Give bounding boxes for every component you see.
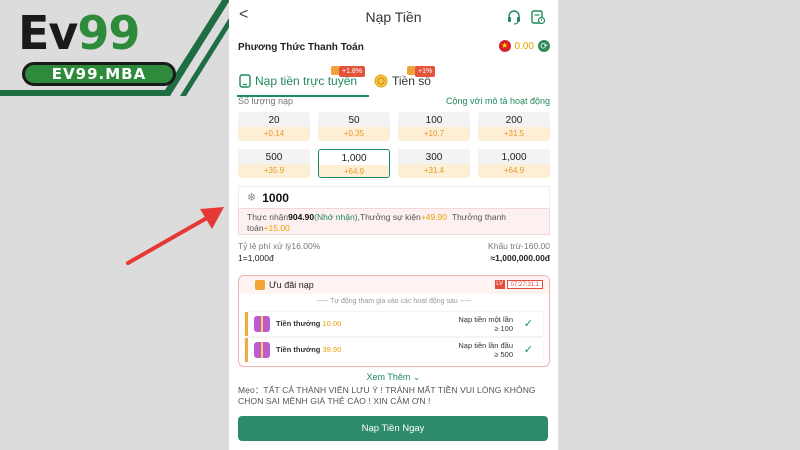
event-bonus-amount: +49.90 (420, 212, 448, 222)
offer-label-text: Tiền thưởng (276, 345, 321, 354)
amount-bonus: +10.7 (398, 127, 470, 141)
logo-main: Ev99 (18, 6, 140, 60)
brand-logo: Ev99 EV99.MBA (18, 6, 178, 86)
payment-method-row: Phương Thức Thanh Toán ★ 0.00 ⟳ (238, 40, 550, 58)
deposit-panel: < Nạp Tiền Phương Thức Thanh Toán ★ 0.00… (229, 0, 558, 450)
amount-bonus: +64.9 (319, 165, 389, 177)
tip-note: Mẹo：TẤT CẢ THÀNH VIÊN LƯU Ý ! TRÁNH MẤT … (238, 385, 536, 406)
amount-option[interactable]: 50 +0.35 (318, 112, 390, 141)
phone-icon (239, 74, 251, 88)
received-summary: Thực nhận904.90(Nhớ nhận),Thưởng sự kiện… (238, 208, 550, 235)
payment-bonus-amount: +15.00 (263, 223, 290, 233)
top-bar: < Nạp Tiền (229, 0, 558, 34)
logo-main-suffix: 99 (77, 6, 140, 60)
offer-amount: 39.90 (322, 345, 342, 354)
vietnam-flag-icon: ★ (498, 40, 511, 52)
amount-value: 500 (265, 152, 283, 163)
amount-bonus: +35.9 (238, 164, 310, 178)
event-bonus-label: ,Thưởng sự kiện (357, 212, 421, 222)
logo-sub: EV99.MBA (22, 62, 176, 86)
deduction-label: Khấu trừ (488, 241, 522, 251)
offer-condition-text: Nạp tiền lần đầu (458, 341, 513, 350)
offer-row[interactable]: Tiền thưởng 39.90 Nạp tiền lần đầu ≥ 500 … (245, 338, 543, 362)
amount-value: 100 (425, 115, 443, 126)
snowflake-icon: ❄ (247, 192, 257, 204)
amount-option[interactable]: 300 +31.4 (398, 149, 470, 178)
amount-header: Số lượng nạp Cộng với mô tả hoạt động (238, 96, 550, 108)
logo-main-prefix: Ev (18, 6, 78, 60)
offer-row[interactable]: Tiền thưởng 10.00 Nạp tiền một lần ≥ 100 … (245, 312, 543, 336)
offer-label-text: Tiền thưởng (276, 319, 321, 328)
received-amount: 904.90 (288, 212, 315, 222)
coin-icon (374, 74, 388, 88)
deduction: Khấu trừ-160.00 (488, 241, 550, 251)
offer-condition: Nạp tiền lần đầu ≥ 500 (458, 341, 513, 359)
gift-icon (255, 280, 265, 290)
amount-value: 50 (348, 115, 360, 126)
payment-method-label: Phương Thức Thanh Toán (238, 42, 364, 53)
amount-input-value: 1000 (262, 190, 289, 205)
offer-label: Tiền thưởng 10.00 (276, 319, 341, 328)
offers-title-text: Ưu đãi nạp (269, 280, 314, 290)
history-icon[interactable] (530, 9, 546, 25)
total-amount: ≈1,000,000.00đ (490, 253, 551, 263)
amount-bonus: +31.5 (478, 127, 550, 141)
offers-note: ----- Tự động tham gia vào các hoạt động… (316, 298, 472, 305)
offer-condition-threshold: ≥ 500 (494, 350, 513, 359)
fee-rate: Tỷ lệ phí xử lý16.00% (238, 241, 321, 251)
amount-bonus: +31.4 (398, 164, 470, 178)
see-more-label: Xem Thêm (366, 372, 411, 382)
amount-value: 200 (505, 115, 523, 126)
timer-level-badge: LV (494, 280, 505, 289)
amount-option-selected[interactable]: 1,000 +64.9 (318, 149, 390, 178)
gift-box-icon (254, 342, 270, 358)
headset-icon[interactable] (506, 9, 522, 25)
amount-value: 1,000 (501, 152, 527, 163)
check-icon: ✓ (523, 318, 533, 330)
amount-option[interactable]: 200 +31.5 (478, 112, 550, 141)
tab-coin-badge: +1% (415, 66, 436, 77)
offer-label: Tiền thưởng 39.90 (276, 345, 341, 354)
amount-bonus: +64.9 (478, 164, 550, 178)
balance-value: 0.00 (514, 40, 534, 52)
offer-condition-threshold: ≥ 100 (494, 324, 513, 333)
offer-condition: Nạp tiền một lần ≥ 100 (458, 315, 513, 333)
payment-tabs: Nạp tiền trực tuyến +1.8% Tiền số +1% (229, 64, 558, 98)
tab-online-badge: +1.8% (339, 66, 366, 77)
green-line-2 (180, 16, 230, 96)
offers-header: Ưu đãi nạp LV 07:27:31:1 (239, 276, 549, 294)
offer-condition-text: Nạp tiền một lần (458, 315, 513, 324)
timer-value: 07:27:31:1 (506, 280, 543, 289)
activity-description-link[interactable]: Cộng với mô tả hoạt động (446, 96, 550, 106)
received-note: (Nhớ nhận) (314, 212, 358, 222)
amount-value: 300 (425, 152, 443, 163)
deposit-now-button[interactable]: Nạp Tiền Ngay (238, 416, 548, 441)
amount-input[interactable]: ❄ 1000 (238, 186, 550, 208)
see-more-link[interactable]: Xem Thêm ⌄ (229, 372, 558, 383)
amount-bonus: +0.35 (318, 127, 390, 141)
received-prefix: Thực nhận (247, 212, 289, 222)
chevron-down-icon: ⌄ (412, 372, 421, 382)
conversion-rate: 1=1,000đ (238, 253, 274, 263)
background-right (550, 0, 800, 450)
deposit-offers: Ưu đãi nạp LV 07:27:31:1 ----- Tự động t… (238, 275, 550, 367)
offers-title: Ưu đãi nạp (255, 280, 314, 290)
amount-option[interactable]: 20 +0.14 (238, 112, 310, 141)
amount-label: Số lượng nạp (238, 96, 293, 106)
amount-option[interactable]: 100 +10.7 (398, 112, 470, 141)
offer-amount: 10.00 (322, 319, 342, 328)
red-arrow-icon (126, 207, 224, 265)
gift-box-icon (254, 316, 270, 332)
balance: ★ 0.00 ⟳ (498, 40, 550, 52)
amount-option[interactable]: 500 +35.9 (238, 149, 310, 178)
deduction-value: -160.00 (521, 241, 550, 251)
amount-bonus: +0.14 (238, 127, 310, 141)
amount-value: 1,000 (341, 153, 367, 164)
check-icon: ✓ (523, 344, 533, 356)
amount-value: 20 (268, 115, 280, 126)
offer-timer: LV 07:27:31:1 (494, 280, 543, 289)
amount-option[interactable]: 1,000 +64.9 (478, 149, 550, 178)
refresh-icon[interactable]: ⟳ (538, 40, 550, 52)
